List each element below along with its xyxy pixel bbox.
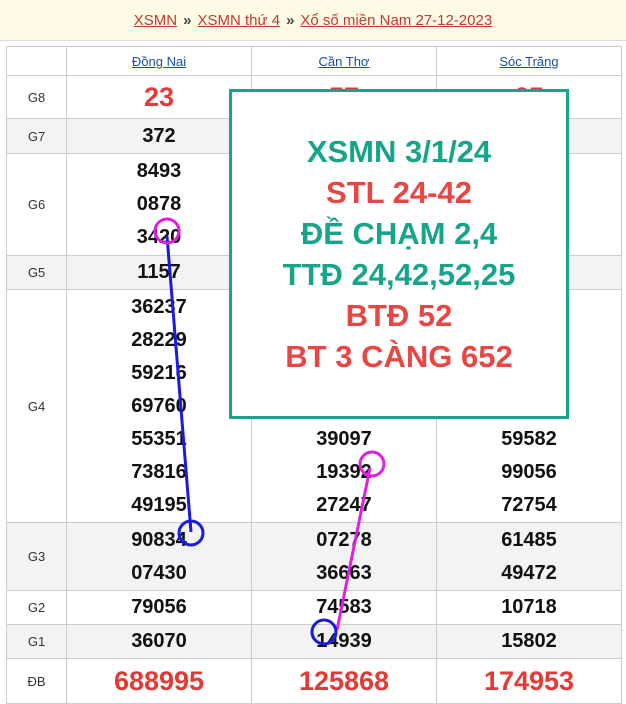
- magenta-highlight-circle: [358, 450, 386, 478]
- blue-highlight-circle: [310, 618, 338, 646]
- overlay-line: BTĐ 52: [345, 298, 453, 333]
- overlay-line: ĐỀ CHẠM 2,4: [300, 216, 498, 251]
- blue-connector-line: [165, 235, 193, 533]
- overlay-line: TTĐ 24,42,52,25: [282, 257, 516, 292]
- prediction-overlay-box: XSMN 3/1/24 STL 24-42 ĐỀ CHẠM 2,4 TTĐ 24…: [229, 89, 569, 419]
- overlay-line: BT 3 CÀNG 652: [285, 339, 513, 374]
- overlay-title: XSMN 3/1/24: [306, 134, 492, 169]
- magenta-connector-line: [335, 467, 372, 631]
- overlay-line: STL 24-42: [326, 175, 472, 210]
